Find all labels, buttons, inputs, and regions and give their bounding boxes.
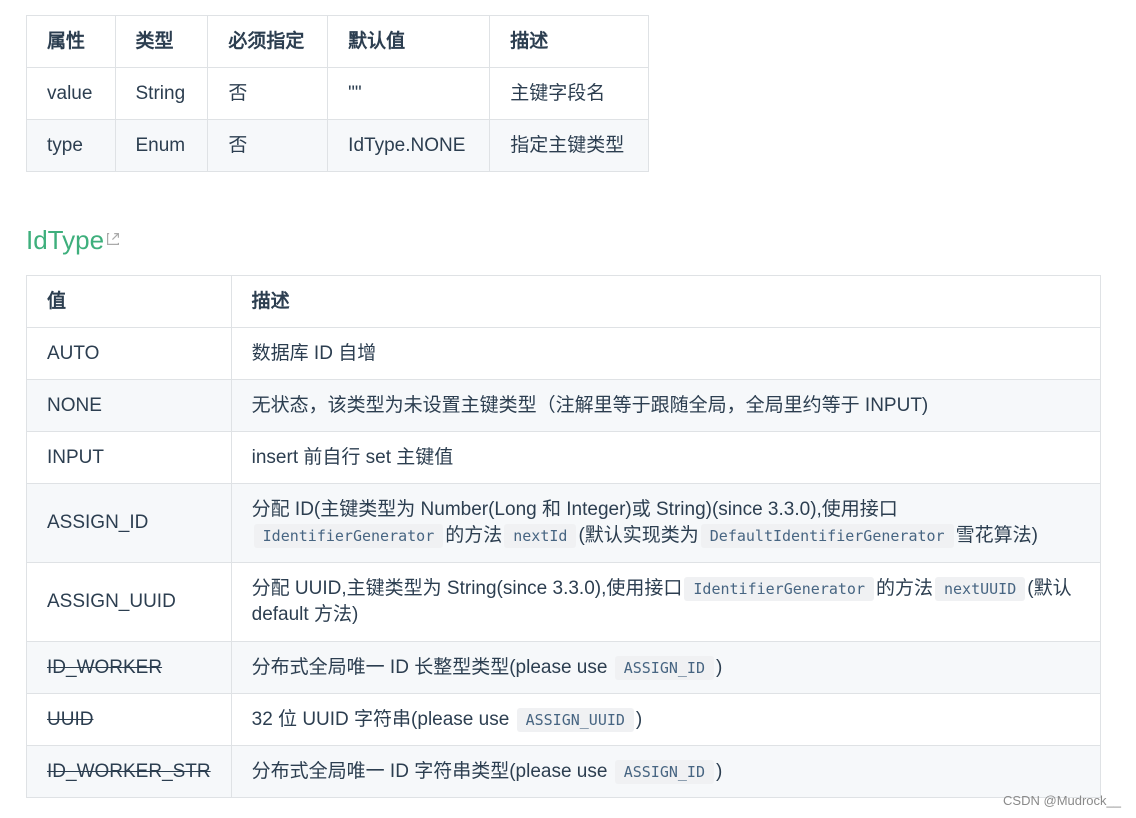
desc-text: 分布式全局唯一 ID 字符串类型(please use (251, 760, 608, 782)
col-header-attribute: 属性 (26, 15, 116, 68)
table-row: UUID 32 位 UUID 字符串(please use ASSIGN_UUI… (26, 693, 1102, 746)
cell-description: 分布式全局唯一 ID 字符串类型(please use ASSIGN_ID) (230, 745, 1102, 798)
inline-code: ASSIGN_ID (614, 759, 714, 784)
desc-text: ) (716, 760, 723, 782)
cell-value: ASSIGN_ID (26, 483, 232, 563)
cell-description: 无状态，该类型为未设置主键类型（注解里等于跟随全局，全局里约等于 INPUT) (230, 379, 1102, 432)
cell-required: 否 (207, 67, 329, 120)
desc-text: 分布式全局唯一 ID 长整型类型(please use (251, 656, 608, 678)
table-row: INPUT insert 前自行 set 主键值 (26, 431, 1102, 484)
cell-type: Enum (114, 119, 209, 172)
cell-value: ASSIGN_UUID (26, 562, 232, 642)
cell-value: INPUT (26, 431, 232, 484)
desc-text: 32 位 UUID 字符串(please use (251, 708, 510, 730)
inline-code: nextId (504, 524, 577, 548)
inline-code: nextUUID (935, 577, 1026, 601)
cell-description: 分布式全局唯一 ID 长整型类型(please use ASSIGN_ID) (230, 641, 1102, 694)
idtype-heading-text: IdType (26, 225, 105, 255)
idtype-table-header: 值 描述 (26, 275, 1102, 328)
cell-value: AUTO (26, 327, 232, 380)
attribute-table-header: 属性 类型 必须指定 默认值 描述 (26, 15, 649, 68)
desc-text: ) (635, 708, 643, 730)
cell-description: 32 位 UUID 字符串(please use ASSIGN_UUID) (230, 693, 1102, 746)
cell-description: 数据库 ID 自增 (230, 327, 1102, 380)
cell-value-deprecated: ID_WORKER_STR (26, 745, 232, 798)
col-header-required: 必须指定 (207, 15, 329, 68)
table-row: ID_WORKER_STR 分布式全局唯一 ID 字符串类型(please us… (26, 745, 1102, 798)
cell-description: insert 前自行 set 主键值 (230, 431, 1102, 484)
cell-type: String (114, 67, 209, 120)
cell-value: NONE (26, 379, 232, 432)
desc-text: 雪花算法) (955, 525, 1038, 546)
table-row: ID_WORKER 分布式全局唯一 ID 长整型类型(please use AS… (26, 641, 1102, 694)
cell-default: IdType.NONE (327, 119, 491, 172)
inline-code: IdentifierGenerator (253, 524, 444, 548)
inline-code: DefaultIdentifierGenerator (700, 524, 954, 548)
cell-value-deprecated: UUID (26, 693, 232, 746)
table-row: value String 否 "" 主键字段名 (26, 67, 649, 120)
table-row: AUTO 数据库 ID 自增 (26, 327, 1102, 380)
cell-description: 分配 ID(主键类型为 Number(Long 和 Integer)或 Stri… (230, 483, 1102, 563)
inline-code: ASSIGN_UUID (516, 707, 634, 732)
desc-text: (默认实现类为 (578, 525, 699, 546)
table-row: type Enum 否 IdType.NONE 指定主键类型 (26, 119, 649, 172)
inline-code: ASSIGN_ID (614, 655, 714, 680)
cell-description: 主键字段名 (489, 67, 649, 120)
watermark: CSDN @Mudrock__ (1003, 793, 1121, 808)
desc-text: ) (716, 656, 723, 678)
col-header-description: 描述 (230, 275, 1102, 328)
desc-text: 分配 ID(主键类型为 Number(Long 和 Integer)或 Stri… (251, 499, 898, 520)
col-header-type: 类型 (114, 15, 209, 68)
cell-value-deprecated: ID_WORKER (26, 641, 232, 694)
desc-text: 的方法 (445, 525, 503, 546)
cell-description: 指定主键类型 (489, 119, 649, 172)
idtype-heading-link[interactable]: IdType (26, 222, 120, 258)
inline-code: IdentifierGenerator (684, 577, 874, 601)
col-header-default: 默认值 (327, 15, 491, 68)
cell-description: 分配 UUID,主键类型为 String(since 3.3.0),使用接口 Id… (230, 562, 1102, 642)
cell-attribute: type (26, 119, 116, 172)
desc-text: 的方法 (875, 578, 933, 599)
col-header-description: 描述 (489, 15, 649, 68)
cell-attribute: value (26, 67, 116, 120)
table-row: ASSIGN_ID 分配 ID(主键类型为 Number(Long 和 Inte… (26, 483, 1102, 563)
cell-default: "" (327, 67, 491, 120)
table-row: NONE 无状态，该类型为未设置主键类型（注解里等于跟随全局，全局里约等于 IN… (26, 379, 1102, 432)
external-link-icon (107, 233, 120, 245)
table-row: ASSIGN_UUID 分配 UUID,主键类型为 String(since 3… (26, 562, 1102, 642)
idtype-table: 值 描述 AUTO 数据库 ID 自增 NONE 无状态，该类型为未设置主键类型… (26, 275, 1102, 798)
cell-required: 否 (207, 119, 329, 172)
attribute-table: 属性 类型 必须指定 默认值 描述 value String 否 "" 主键字段… (26, 15, 649, 172)
desc-text: 分配 UUID,主键类型为 String(since 3.3.0),使用接口 (251, 578, 683, 599)
col-header-value: 值 (26, 275, 232, 328)
